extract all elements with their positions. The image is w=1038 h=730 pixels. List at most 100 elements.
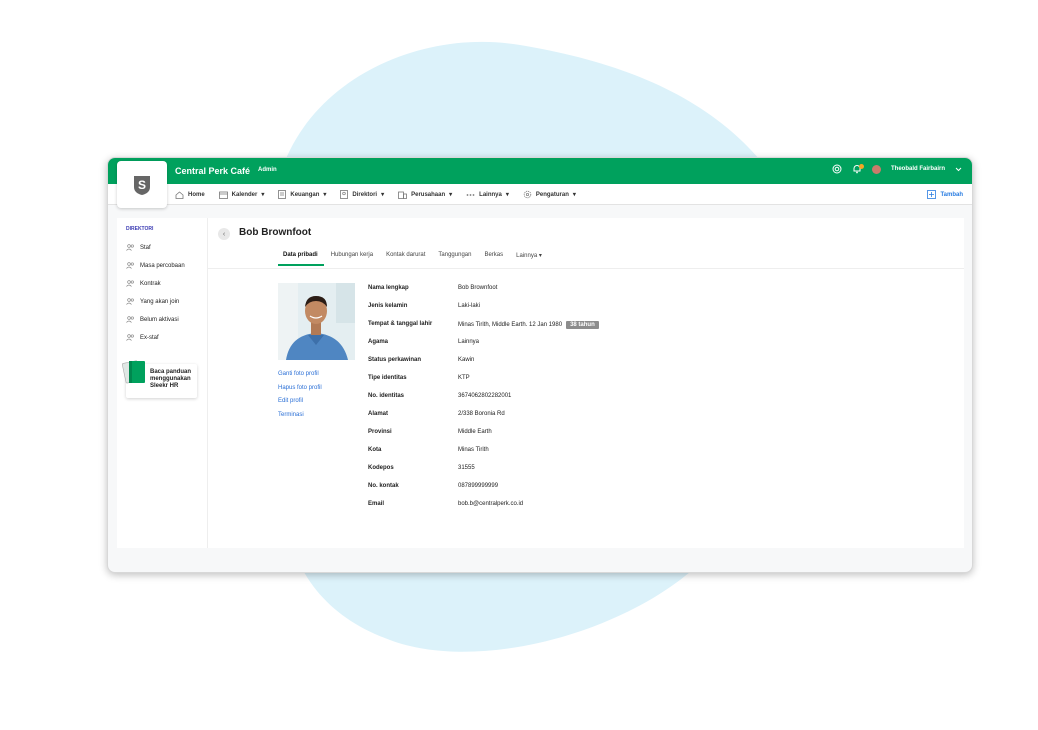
sidebar-list: Staf Masa percobaan Kontrak Yang akan jo…: [126, 239, 185, 347]
field-row: Kota Minas Tirith: [368, 447, 599, 465]
field-value: Middle Earth: [458, 429, 492, 435]
add-button-label: Tambah: [940, 191, 963, 198]
field-label: No. kontak: [368, 483, 399, 489]
edit-profile-link[interactable]: Edit profil: [278, 395, 322, 409]
field-value: 31555: [458, 465, 475, 471]
people-icon: [126, 297, 135, 307]
plus-icon: [927, 190, 937, 199]
field-row: Alamat 2/338 Boronia Rd: [368, 411, 599, 429]
tab-lainnya[interactable]: Lainnya ▾: [511, 252, 548, 266]
sidebar-item-yang-akan-join[interactable]: Yang akan join: [126, 293, 185, 311]
field-row: No. identitas 3674062802282001: [368, 393, 599, 411]
page-title: Bob Brownfoot: [239, 227, 312, 238]
nav-label: Perusahaan: [411, 191, 446, 198]
user-avatar[interactable]: [871, 164, 881, 174]
tab-label: Lainnya: [516, 253, 538, 259]
sidebar-item-label: Masa percobaan: [140, 263, 185, 269]
notification-dot: [858, 164, 864, 169]
guide-card[interactable]: Baca panduan menggunakan Sleekr HR: [122, 360, 197, 398]
field-label: Status perkawinan: [368, 357, 422, 363]
field-row: Tipe identitas KTP: [368, 375, 599, 393]
field-label: Nama lengkap: [368, 285, 409, 291]
field-label: Email: [368, 501, 385, 507]
field-row: Nama lengkap Bob Brownfoot: [368, 285, 599, 303]
caret-down-icon: ▾: [449, 192, 453, 198]
field-label: Tempat & tanggal lahir: [368, 321, 433, 327]
sidebar-item-label: Ex-staf: [140, 335, 159, 341]
people-icon: [126, 315, 135, 325]
nav-perusahaan[interactable]: Perusahaan ▾: [398, 190, 452, 199]
tab-kontak-darurat[interactable]: Kontak darurat: [381, 252, 431, 266]
add-button[interactable]: Tambah: [927, 190, 963, 199]
field-label: Alamat: [368, 411, 389, 417]
caret-down-icon: ▾: [381, 192, 385, 198]
people-icon: [126, 243, 135, 253]
field-value: Laki-laki: [458, 303, 481, 309]
tab-hubungan-kerja[interactable]: Hubungan kerja: [326, 252, 379, 266]
nav-kalender[interactable]: Kalender ▾: [218, 190, 264, 199]
field-row: No. kontak 087899999999: [368, 483, 599, 501]
tab-tanggungan[interactable]: Tanggungan: [433, 252, 477, 266]
nav-label: Lainnya: [479, 191, 502, 198]
people-icon: [126, 333, 135, 343]
field-row: Agama Lainnya: [368, 339, 599, 357]
top-bar: Central Perk Café Admin Theobald Fairbai…: [108, 158, 972, 184]
sidebar: DIREKTORI Staf Masa percobaan Kontrak Ya…: [117, 218, 207, 548]
help-icon[interactable]: [832, 164, 842, 174]
field-value: 087899999999: [458, 483, 499, 489]
field-label: Agama: [368, 339, 389, 345]
nav-lainnya[interactable]: Lainnya ▾: [466, 190, 509, 199]
field-row: Kodepos 31555: [368, 465, 599, 483]
field-value: bob.b@centralperk.co.id: [458, 501, 524, 507]
guide-book-icon: [122, 360, 145, 384]
field-row: Jenis kelamin Laki-laki: [368, 303, 599, 321]
change-photo-link[interactable]: Ganti foto profil: [278, 368, 322, 382]
nav-pengaturan[interactable]: Pengaturan ▾: [523, 190, 576, 199]
tab-data-pribadi[interactable]: Data pribadi: [278, 252, 324, 266]
nav-label: Keuangan: [290, 191, 320, 198]
field-value: Kawin: [458, 357, 475, 363]
caret-down-icon: ▾: [323, 192, 327, 198]
sidebar-item-staf[interactable]: Staf: [126, 239, 185, 257]
field-value: Minas Tirith: [458, 447, 489, 453]
birth-info: Minas Tirith, Middle Earth. 12 Jan 1980: [458, 322, 563, 328]
sidebar-item-belum-aktivasi[interactable]: Belum aktivasi: [126, 311, 185, 329]
gear-icon: [523, 190, 532, 199]
notification-bell-icon[interactable]: [852, 164, 864, 174]
nav-label: Kalender: [231, 191, 258, 198]
app-logo[interactable]: S: [117, 161, 167, 208]
people-icon: [126, 261, 135, 271]
sidebar-item-masa-percobaan[interactable]: Masa percobaan: [126, 257, 185, 275]
chevron-down-icon[interactable]: [955, 167, 962, 172]
company-name[interactable]: Central Perk Café: [175, 166, 250, 176]
nav-label: Direktori: [352, 191, 378, 198]
field-row: Status perkawinan Kawin: [368, 357, 599, 375]
directory-icon: [340, 190, 349, 199]
tab-divider: [208, 268, 964, 269]
caret-down-icon: ▾: [538, 253, 542, 259]
role-label: Admin: [258, 167, 277, 173]
sidebar-section-title: DIREKTORI: [126, 226, 154, 232]
nav-label: Home: [188, 191, 205, 198]
nav-direktori[interactable]: Direktori ▾: [340, 190, 384, 199]
field-label: Kota: [368, 447, 382, 453]
field-label: No. identitas: [368, 393, 405, 399]
sidebar-item-label: Kontrak: [140, 281, 161, 287]
sidebar-item-kontrak[interactable]: Kontrak: [126, 275, 185, 293]
nav-keuangan[interactable]: Keuangan ▾: [278, 190, 326, 199]
back-button[interactable]: ‹: [218, 228, 230, 240]
main-nav: Home Kalender ▾ Keuangan ▾ Direktori ▾ P…: [175, 190, 576, 199]
sidebar-item-ex-staf[interactable]: Ex-staf: [126, 329, 185, 347]
user-name[interactable]: Theobald Fairbairn: [891, 166, 945, 172]
terminate-link[interactable]: Terminasi: [278, 409, 322, 423]
delete-photo-link[interactable]: Hapus foto profil: [278, 382, 322, 396]
field-label: Kodepos: [368, 465, 394, 471]
caret-down-icon: ▾: [505, 192, 509, 198]
nav-home[interactable]: Home: [175, 190, 205, 199]
tab-berkas[interactable]: Berkas: [479, 252, 509, 266]
profile-tabs: Data pribadi Hubungan kerja Kontak darur…: [278, 252, 550, 266]
field-row: Email bob.b@centralperk.co.id: [368, 501, 599, 519]
svg-text:S: S: [138, 178, 146, 192]
shield-logo-icon: S: [134, 175, 150, 195]
app-window: Central Perk Café Admin Theobald Fairbai…: [107, 157, 973, 573]
